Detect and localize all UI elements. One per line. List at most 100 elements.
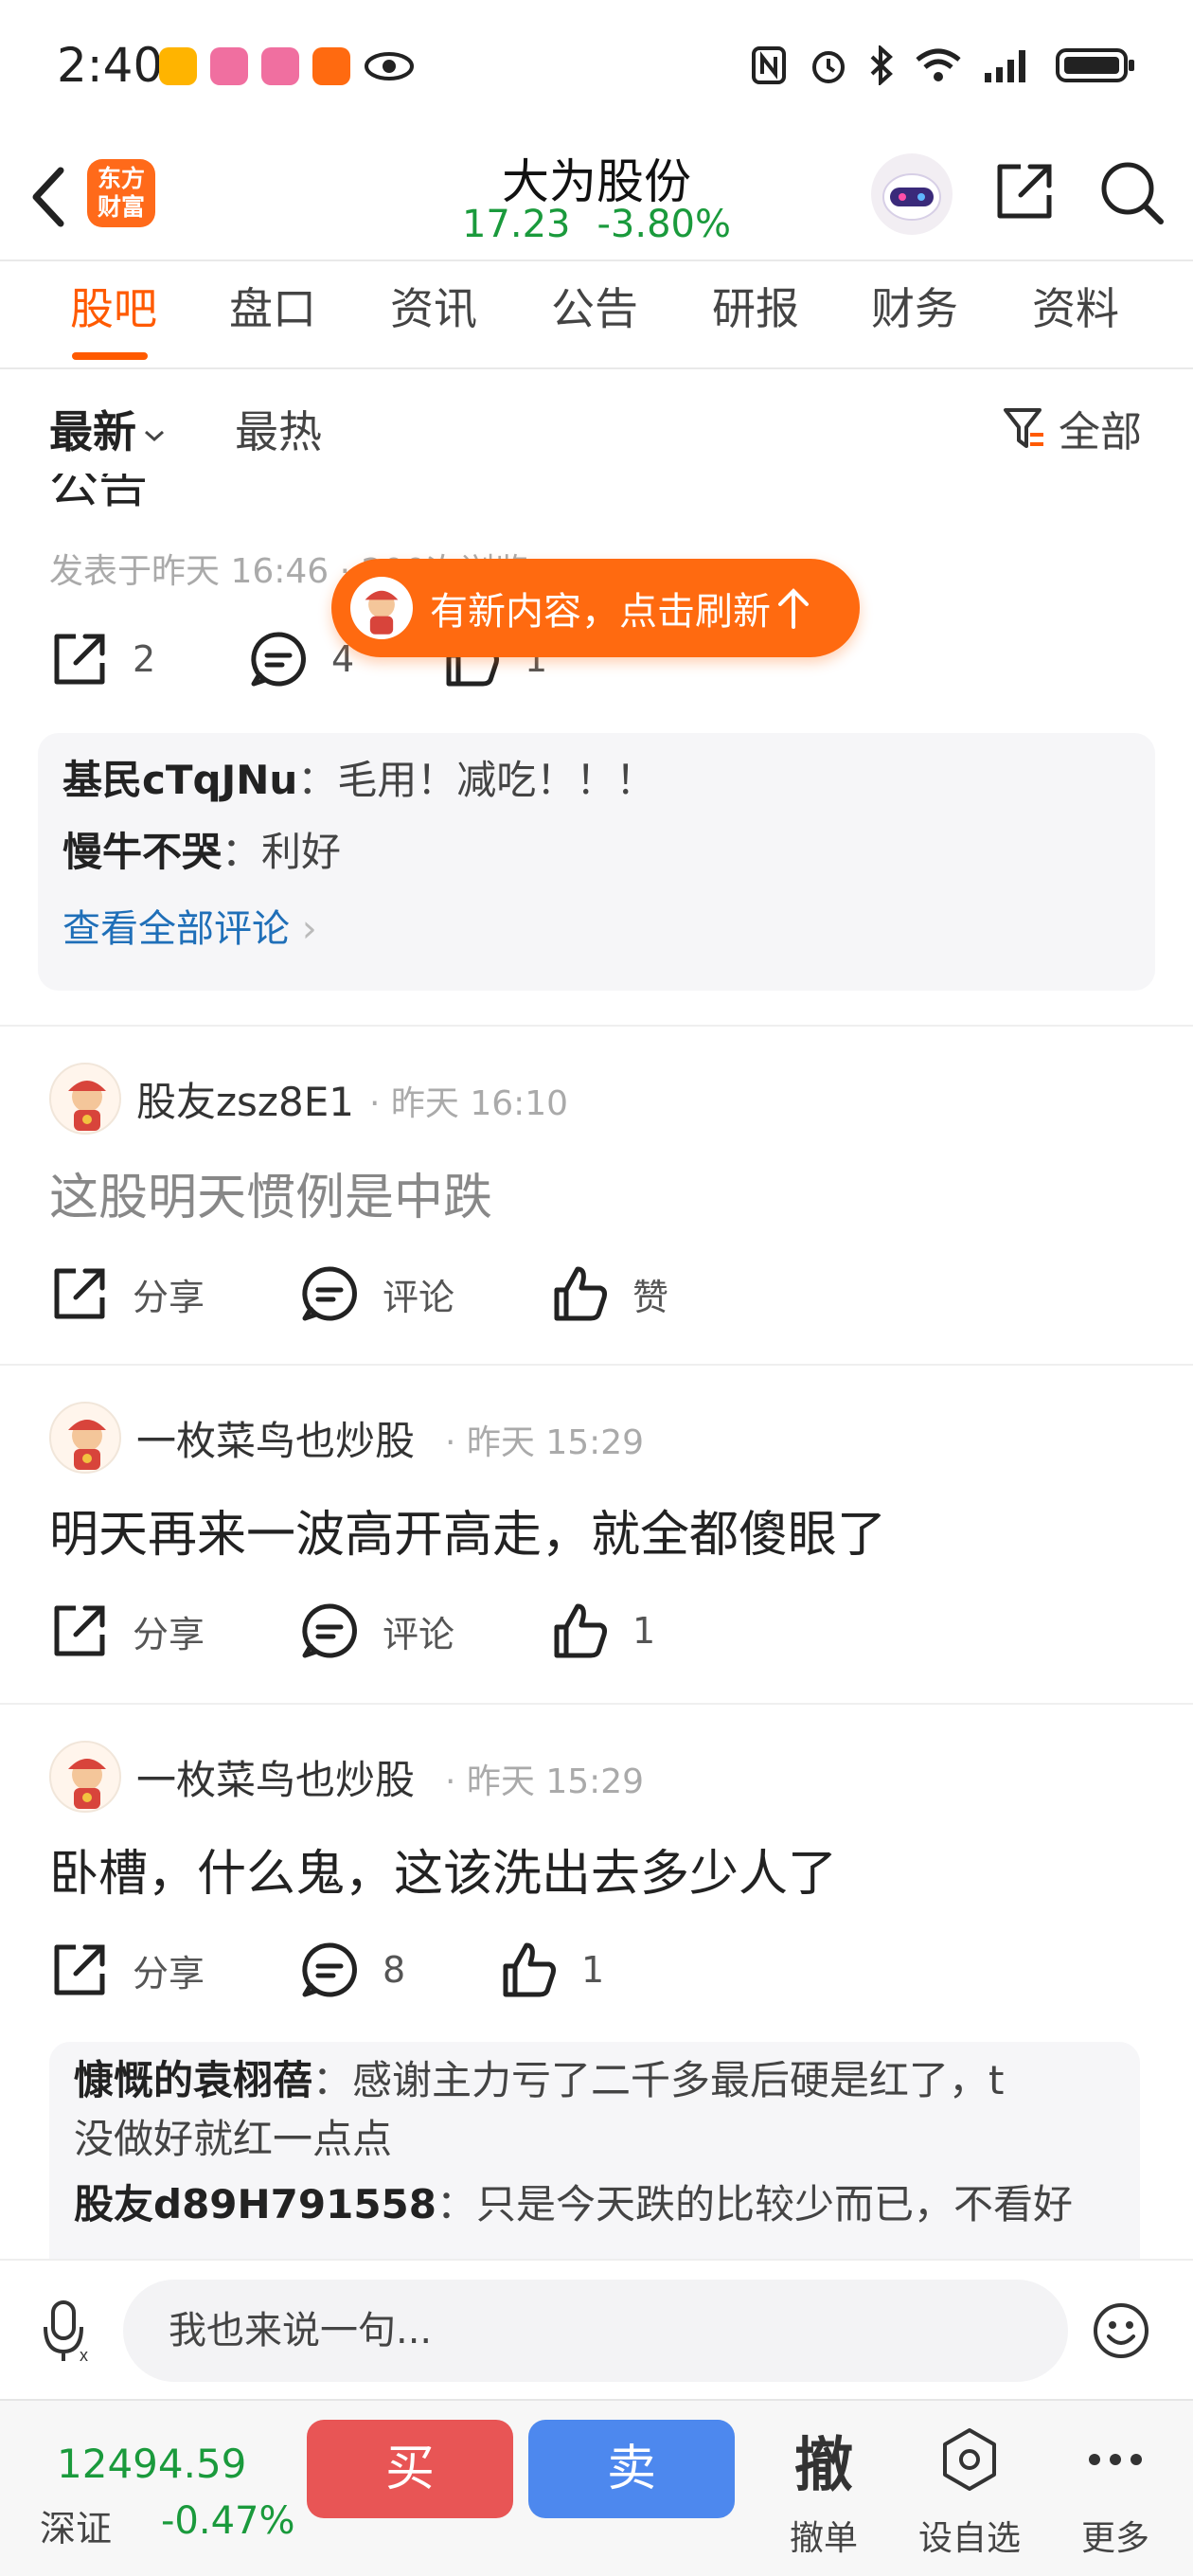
index-value[interactable]: 12494.59 [57,2441,246,2487]
share-icon [54,1268,105,1319]
tab-financials[interactable]: 财务 [871,275,958,337]
comment-button[interactable]: 评论 [299,1601,454,1661]
share-button[interactable]: 分享 [49,1601,205,1661]
avatar[interactable] [49,1402,121,1474]
status-system-icons [750,45,1136,85]
tab-pankou[interactable]: 盘口 [229,275,316,337]
post-time-value: 昨天 16:10 [390,1084,569,1123]
tab-announcements[interactable]: 公告 [551,275,638,337]
post-text[interactable]: 卧槽，什么鬼，这该洗出去多少人了 [49,1834,837,1905]
share-icon[interactable] [992,159,1057,224]
post-time: · 昨天 15:29 [445,1762,645,1801]
comment-user[interactable]: 慷慨的袁栩蓓 [74,2057,312,2103]
post-text[interactable]: 明天再来一波高开高走，就全都傻眼了 [49,1494,886,1565]
status-bar: 2:40 [0,0,1193,133]
ai-assistant-icon[interactable] [871,153,953,235]
filter-all-button[interactable]: 全部 [1002,398,1142,458]
comment-button[interactable]: 4 [248,629,354,689]
comment-input-bar: x 我也来说一句... [0,2259,1193,2399]
cancel-order-button[interactable]: 撤 撤单 [757,2422,890,2560]
tabs-divider [0,367,1193,369]
comment-text: ：只是今天跌的比较少而已，不看好 [436,2181,1074,2227]
post-time: · 昨天 15:29 [445,1423,645,1462]
like-count: 1 [632,1610,656,1652]
comment-preview-box[interactable]: 慷慨的袁栩蓓：感谢主力亏了二千多最后硬是红了，t 没做好就红一点点 股友d89H… [49,2042,1140,2259]
post-text[interactable]: 这股明天惯例是中跌 [49,1157,492,1228]
tab-guba[interactable]: 股吧 [70,275,157,337]
nfc-icon [752,46,786,84]
mascot-icon [350,577,413,639]
tab-research[interactable]: 研报 [712,275,799,337]
comment-input[interactable]: 我也来说一句... [123,2280,1068,2382]
battery-icon [1056,48,1134,82]
voice-input-icon[interactable]: x [38,2299,98,2365]
stock-change-pct: -3.80% [596,203,732,246]
cancel-order-icon: 撤 [793,2430,853,2499]
wifi-icon [916,48,961,81]
comment-text: ：毛用！减吃！！！ [297,757,656,803]
status-time: 2:40 [57,38,164,93]
share-button[interactable]: 分享 [49,1263,205,1324]
post-username[interactable]: 股友zsz8E1 [136,1070,354,1128]
comment-line: 慢牛不哭：利好 [62,816,1131,888]
toast-text: 有新内容，点击刷新 [430,590,771,634]
avatar[interactable] [49,1063,121,1135]
post-username[interactable]: 一枚菜鸟也炒股 [136,1748,415,1806]
filter-all-label: 全部 [1059,408,1142,456]
comment-preview-box[interactable]: 基民cTqJNu：毛用！减吃！！！ 慢牛不哭：利好 查看全部评论 › [38,733,1155,991]
trade-bar: 12494.59 深证 -0.47% 买 卖 撤 撤单 设自选 更多 [0,2399,1193,2576]
search-icon[interactable] [1098,159,1165,225]
active-tab-indicator [72,352,148,360]
comment-icon [251,632,306,687]
comment-user[interactable]: 慢牛不哭 [62,829,222,875]
index-change: -0.47% [161,2499,295,2543]
sell-button[interactable]: 卖 [528,2420,735,2518]
tab-profile[interactable]: 资料 [1032,275,1119,337]
avatar[interactable] [49,1741,121,1813]
sort-latest-dropdown[interactable]: 最新 [49,398,169,460]
bilibili-icon-2 [261,47,299,85]
post-divider [0,1703,1193,1705]
like-button[interactable]: 1 [549,1601,655,1661]
alarm-icon [812,51,845,83]
weibo-icon [159,47,197,85]
post-title: 公告 [49,474,149,514]
chevron-down-icon [145,430,164,442]
comment-label: 评论 [383,1613,455,1655]
tab-bar: 股吧 盘口 资讯 公告 研报 财务 资料 [0,275,1193,369]
share-button[interactable]: 2 [49,629,155,689]
comment-count: 8 [383,1949,406,1991]
comment-user[interactable]: 股友d89H791558 [74,2181,436,2227]
post-time-value: 昨天 15:29 [466,1423,645,1462]
comment-user[interactable]: 基民cTqJNu [62,757,297,803]
app-icon [312,47,350,85]
comment-text: ：利好 [222,829,342,875]
new-content-toast[interactable]: 有新内容，点击刷新 [331,559,860,657]
like-button[interactable]: 1 [498,1940,604,2000]
view-all-comments-link[interactable]: 查看全部评论 › [62,888,1131,970]
tab-news[interactable]: 资讯 [390,275,477,337]
index-name: 深证 [40,2508,113,2549]
thumbs-up-icon [554,1266,607,1321]
add-watchlist-button[interactable]: 设自选 [903,2422,1036,2560]
share-label: 分享 [133,1613,205,1655]
filter-bar: 最新 最热 全部 [0,388,1193,483]
sort-hot[interactable]: 最热 [235,398,322,460]
like-button[interactable]: 赞 [549,1263,668,1324]
comment-icon [302,1942,357,1997]
share-button[interactable]: 分享 [49,1940,205,2000]
comment-button[interactable]: 评论 [299,1263,454,1324]
cancel-order-label: 撤单 [789,2519,858,2558]
comment-line: 慷慨的袁栩蓓：感谢主力亏了二千多最后硬是红了，t [74,2051,1115,2110]
comment-icon [302,1266,357,1321]
more-button[interactable]: 更多 [1049,2422,1182,2560]
post-feed[interactable]: 公告 发表于昨天 16:46 · 200次浏览 2 4 1 基民cTqJNu：毛… [0,474,1193,2259]
comment-button[interactable]: 8 [299,1940,405,2000]
share-label: 分享 [133,1952,205,1995]
emoji-icon[interactable] [1091,2300,1151,2361]
buy-button[interactable]: 买 [307,2420,513,2518]
eye-icon [365,52,414,80]
more-dots-icon [1049,2422,1182,2497]
post-username[interactable]: 一枚菜鸟也炒股 [136,1409,415,1467]
share-icon [54,1605,105,1656]
